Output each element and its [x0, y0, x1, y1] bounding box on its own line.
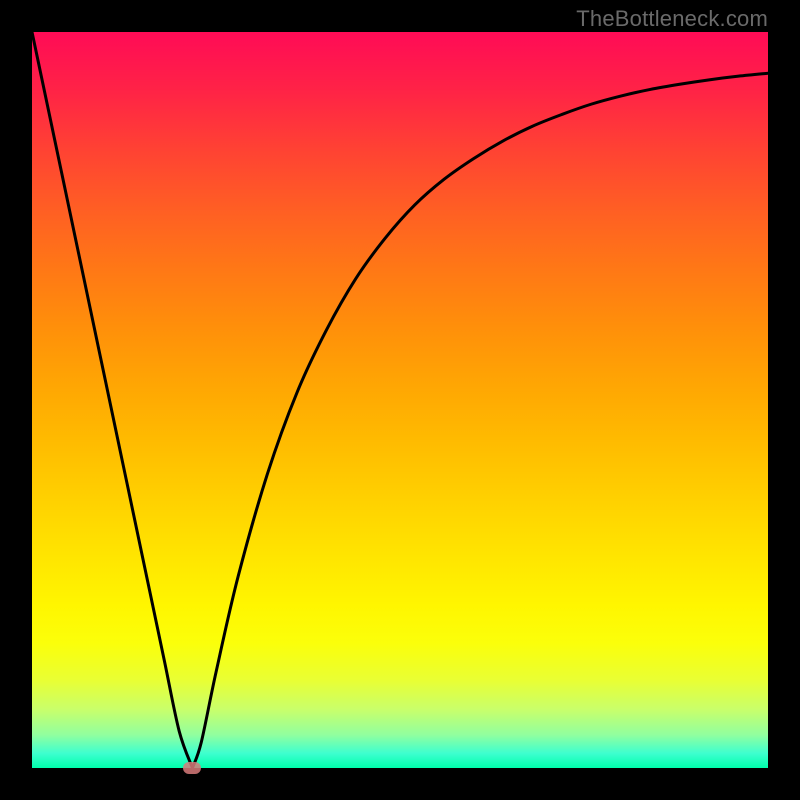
watermark-text: TheBottleneck.com	[576, 6, 768, 32]
chart-container: TheBottleneck.com	[0, 0, 800, 800]
bottleneck-curve	[32, 32, 768, 768]
minimum-marker	[183, 762, 201, 774]
plot-area	[32, 32, 768, 768]
